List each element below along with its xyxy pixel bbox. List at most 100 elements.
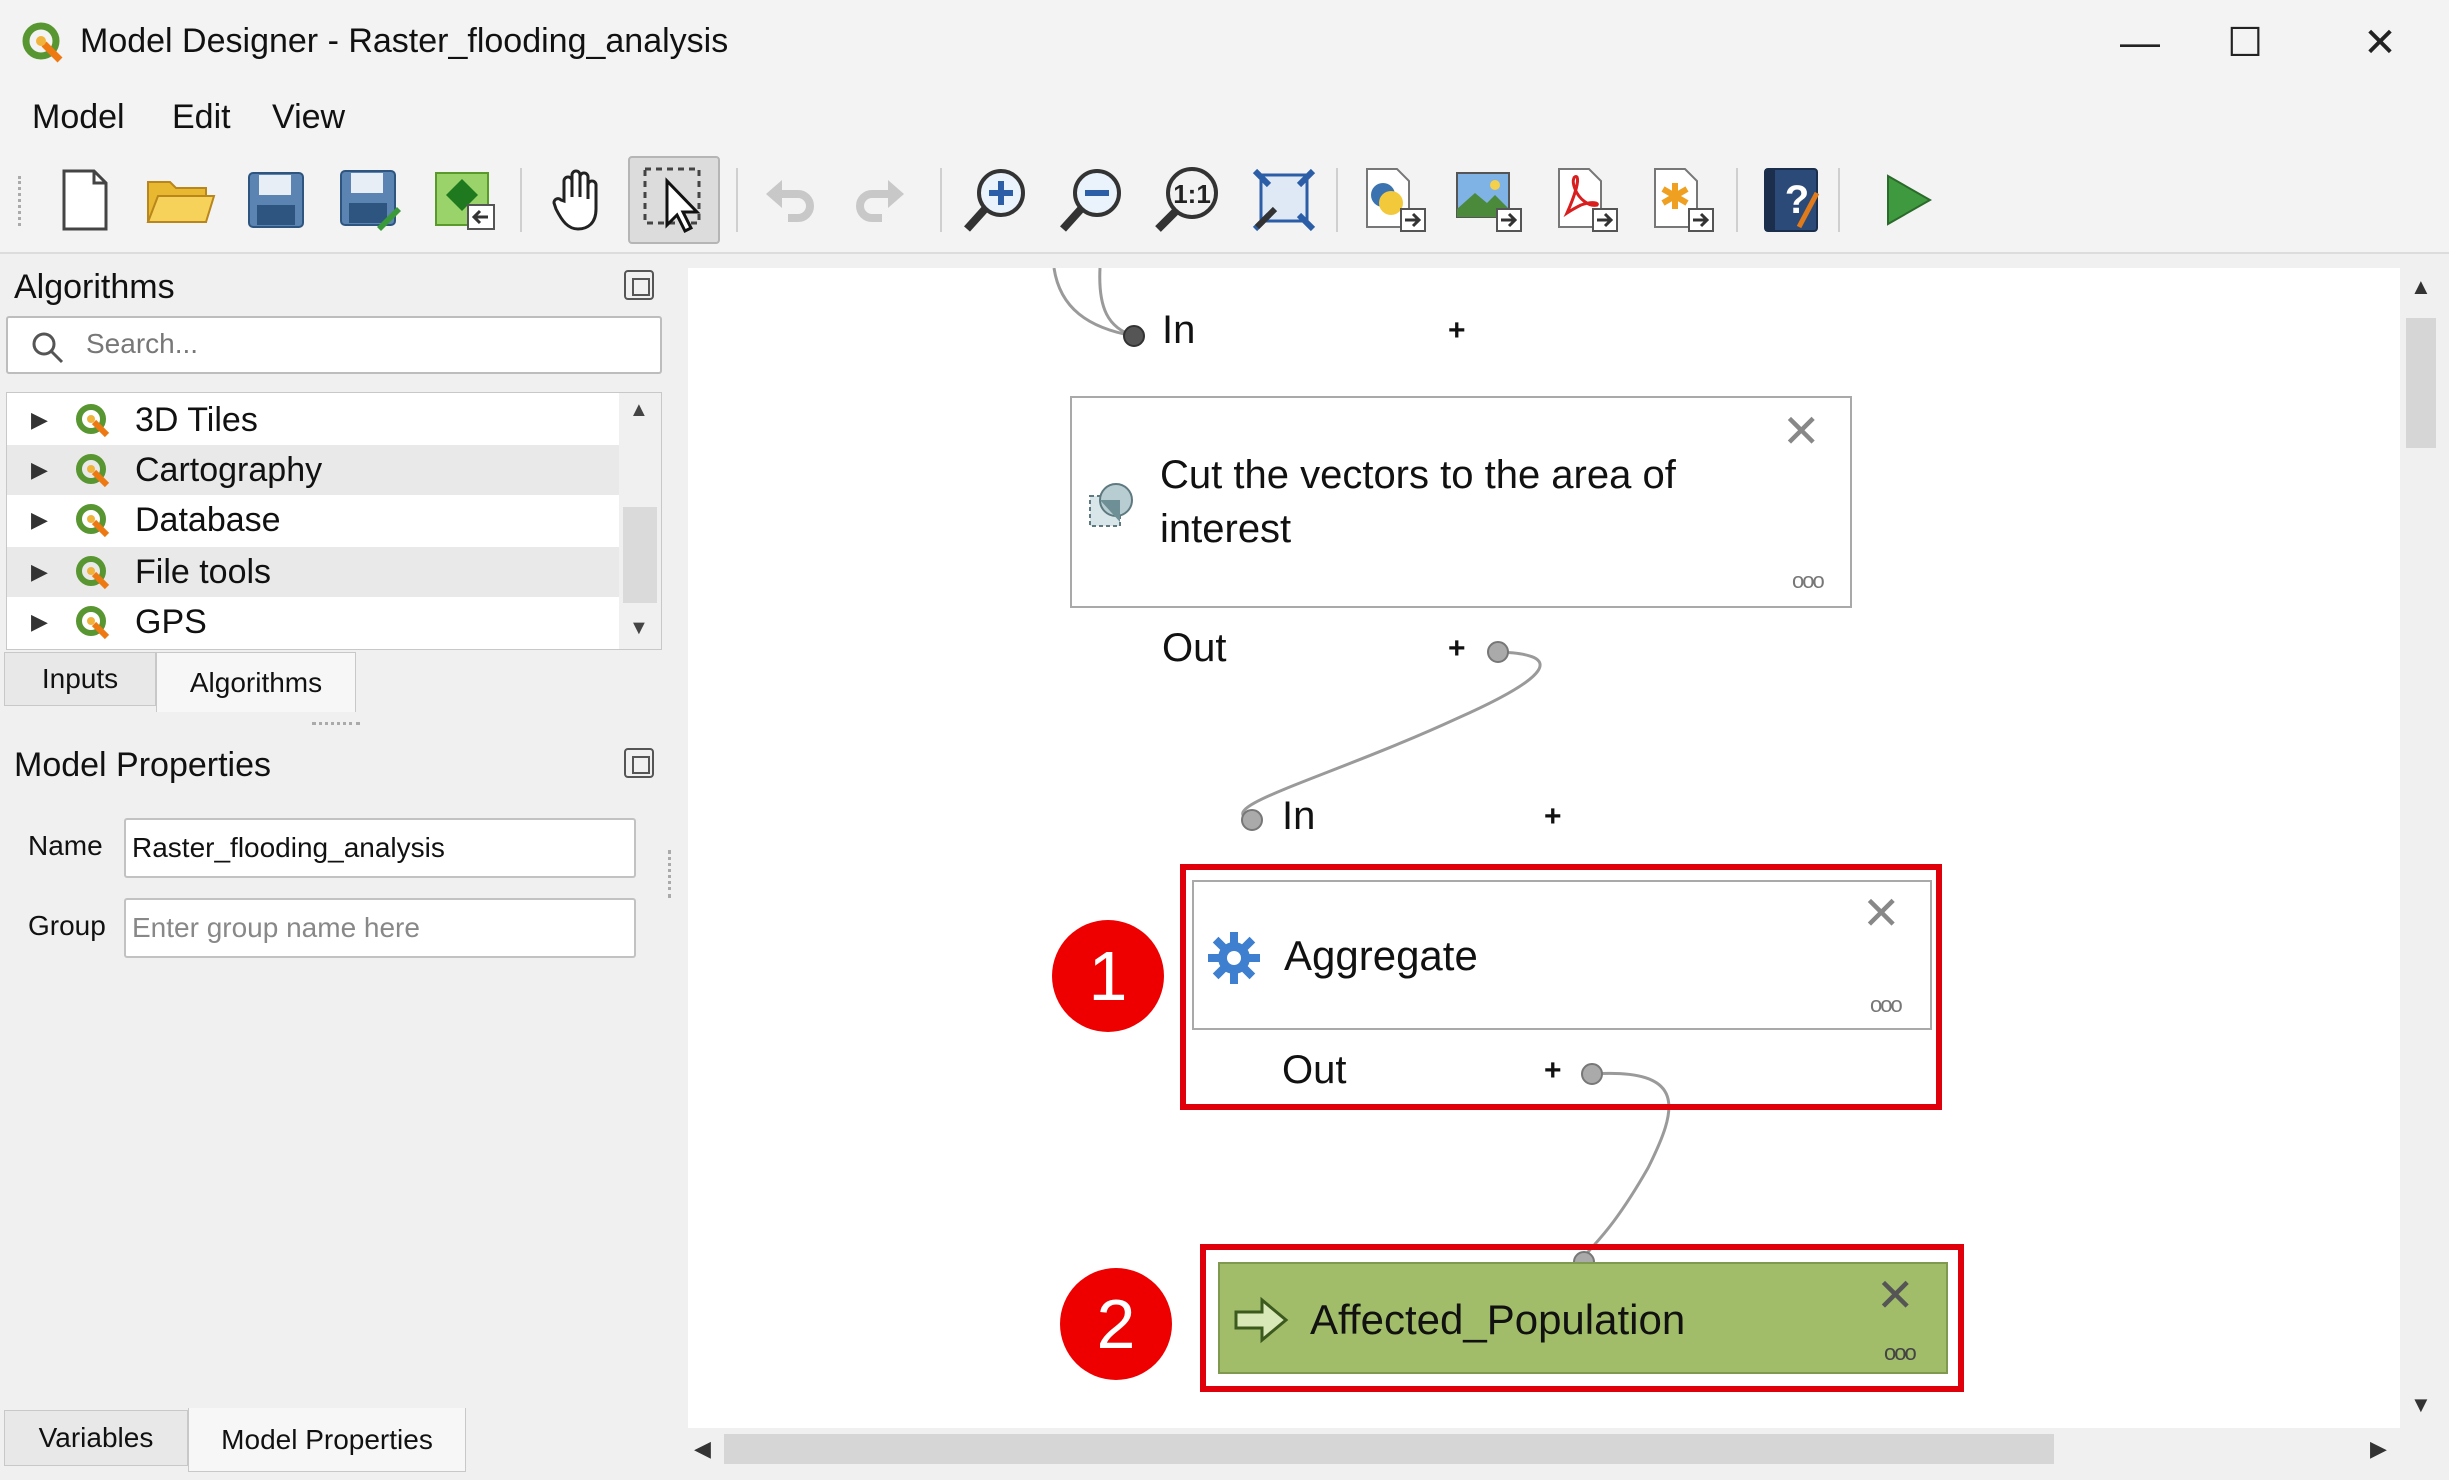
scrollbar-thumb[interactable] [2406,318,2436,448]
expand-arrow-icon[interactable]: ▶ [31,507,48,533]
expand-arrow-icon[interactable]: ▶ [31,559,48,585]
menu-view[interactable]: View [272,98,345,137]
zoom-full-icon[interactable] [1244,160,1324,240]
scroll-left-icon[interactable]: ◀ [694,1436,711,1462]
tab-variables[interactable]: Variables [4,1410,188,1466]
algorithm-box-clip[interactable]: Cut the vectors to the area of interest … [1070,396,1852,608]
redo-icon[interactable] [842,160,922,240]
input-socket-icon [1123,325,1145,347]
expand-inputs-button[interactable]: + [1448,314,1466,348]
minimize-button[interactable]: — [2090,10,2190,76]
tab-model-properties[interactable]: Model Properties [188,1408,466,1472]
clip-out-label: Out [1162,626,1227,670]
tree-item-3d-tiles[interactable]: ▶ 3D Tiles [7,395,619,445]
export-python-icon[interactable] [1352,160,1432,240]
export-image-icon[interactable] [1448,160,1528,240]
toolbar: 1:1 ? [0,146,2449,254]
float-panel-icon[interactable] [624,748,654,778]
model-group-field[interactable]: Enter group name here [124,898,636,958]
help-icon[interactable]: ? [1752,160,1832,240]
tree-item-file-tools[interactable]: ▶ File tools [7,547,619,597]
left-panel: Algorithms Search... ▶ 3D Tiles ▶ Cartog… [0,256,684,1480]
expand-arrow-icon[interactable]: ▶ [31,609,48,635]
scroll-up-icon[interactable]: ▲ [629,399,649,422]
clip-vector-icon [1089,483,1133,527]
qgis-provider-icon [76,556,110,590]
undo-icon[interactable] [748,160,828,240]
toolbar-separator [1336,168,1338,232]
model-canvas[interactable]: In + Cut the vectors to the area of inte… [688,268,2400,1428]
output-label: Affected_Population [1310,1296,1686,1343]
scroll-right-icon[interactable]: ▶ [2370,1436,2387,1462]
tab-inputs[interactable]: Inputs [4,652,156,706]
expand-outputs-button[interactable]: + [1544,1054,1562,1088]
output-socket-icon [1487,641,1509,663]
menu-edit[interactable]: Edit [172,98,231,137]
zoom-in-icon[interactable] [956,160,1036,240]
group-label: Group [28,910,106,941]
expand-arrow-icon[interactable]: ▶ [31,407,48,433]
save-in-project-icon[interactable] [424,160,504,240]
remove-algorithm-icon[interactable]: ✕ [1782,404,1821,458]
algorithm-list-scrollbar[interactable]: ▲ ▼ [619,393,661,649]
expand-inputs-button[interactable]: + [1544,800,1562,834]
canvas-vertical-scrollbar[interactable]: ▲ ▼ [2400,268,2442,1428]
save-as-icon[interactable] [330,160,410,240]
more-options-icon[interactable]: ooo [1870,992,1903,1018]
aggregate-out-label: Out [1282,1048,1347,1092]
expand-arrow-icon[interactable]: ▶ [31,457,48,483]
scrollbar-thumb[interactable] [724,1434,2054,1464]
toolbar-separator [1736,168,1738,232]
export-svg-icon[interactable] [1640,160,1720,240]
splitter-handle[interactable] [312,722,360,726]
scroll-down-icon[interactable]: ▼ [629,617,649,640]
zoom-actual-icon[interactable]: 1:1 [1148,160,1228,240]
clip-label-line-2: interest [1160,507,1292,551]
toolbar-grip[interactable] [18,176,24,226]
select-icon[interactable] [628,156,720,244]
export-pdf-icon[interactable] [1544,160,1624,240]
algorithm-search-input[interactable]: Search... [6,316,662,374]
qgis-provider-icon [76,504,110,538]
tree-item-database[interactable]: ▶ Database [7,495,619,545]
splitter-handle[interactable] [668,850,672,898]
new-model-icon[interactable] [44,160,124,240]
search-icon [32,332,64,364]
run-icon[interactable] [1868,160,1948,240]
more-options-icon[interactable]: ooo [1884,1340,1917,1366]
tab-algorithms[interactable]: Algorithms [156,652,356,712]
close-window-button[interactable]: ✕ [2330,10,2430,76]
algorithm-box-aggregate[interactable]: Aggregate ✕ ooo [1192,880,1932,1030]
clip-label-line-1: Cut the vectors to the area of [1160,453,1676,497]
canvas-horizontal-scrollbar[interactable]: ◀ ▶ [688,1428,2400,1470]
more-options-icon[interactable]: ooo [1792,568,1825,594]
remove-output-icon[interactable]: ✕ [1876,1268,1915,1322]
open-model-icon[interactable] [140,160,220,240]
scroll-down-icon[interactable]: ▼ [2410,1392,2432,1418]
save-model-icon[interactable] [236,160,316,240]
zoom-out-icon[interactable] [1052,160,1132,240]
pan-icon[interactable] [540,160,620,240]
tree-item-gps[interactable]: ▶ GPS [7,597,619,647]
tree-item-label: GPS [135,603,207,641]
tree-item-cartography[interactable]: ▶ Cartography [7,445,619,495]
tree-item-label: Cartography [135,451,323,489]
algorithm-tree[interactable]: ▶ 3D Tiles ▶ Cartography ▶ Database ▶ Fi… [6,392,662,650]
menu-model[interactable]: Model [32,98,125,137]
toolbar-separator [940,168,942,232]
maximize-button[interactable]: ☐ [2195,10,2295,76]
tree-item-label: File tools [135,553,272,591]
qgis-provider-icon [76,404,110,438]
model-output-box[interactable]: Affected_Population ✕ ooo [1218,1262,1948,1374]
scrollbar-thumb[interactable] [623,507,657,603]
model-name-field[interactable]: Raster_flooding_analysis [124,818,636,878]
gear-icon [1208,932,1260,984]
float-panel-icon[interactable] [624,270,654,300]
expand-outputs-button[interactable]: + [1448,632,1466,666]
toolbar-separator [736,168,738,232]
search-placeholder: Search... [86,328,199,359]
toolbar-separator [1838,168,1840,232]
tree-item-label: 3D Tiles [135,401,258,439]
remove-algorithm-icon[interactable]: ✕ [1862,886,1901,940]
scroll-up-icon[interactable]: ▲ [2410,274,2432,300]
